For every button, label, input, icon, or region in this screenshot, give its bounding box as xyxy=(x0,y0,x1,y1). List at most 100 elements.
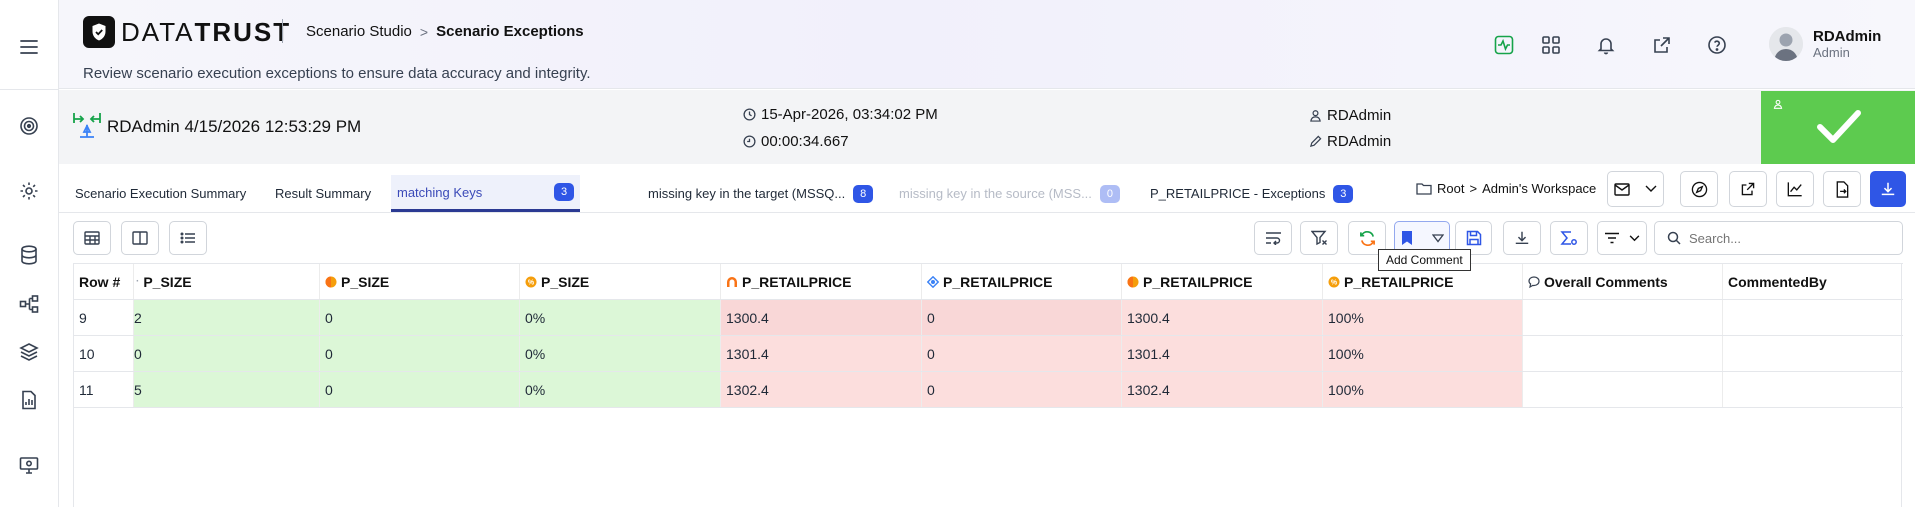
activity-icon[interactable] xyxy=(1492,33,1516,57)
sort-filter-dropdown[interactable] xyxy=(1597,221,1647,255)
table-cell-commented-by[interactable] xyxy=(1723,372,1903,407)
table-cell[interactable]: 2 xyxy=(134,300,320,335)
table-cell[interactable]: 5 xyxy=(134,372,320,407)
email-dropdown-button[interactable] xyxy=(1607,171,1664,207)
table-cell-comment[interactable] xyxy=(1523,336,1723,371)
search-input[interactable] xyxy=(1689,230,1889,246)
table-cell-row-number[interactable]: 9 xyxy=(74,300,134,335)
table-row[interactable]: 9 2 0 0% 1300.4 0 1300.4 100% xyxy=(74,300,1903,336)
file-export-icon xyxy=(1836,180,1849,198)
wrap-lines-icon xyxy=(1265,232,1281,245)
flow-icon[interactable] xyxy=(17,292,41,316)
left-sidebar xyxy=(0,0,59,507)
table-cell[interactable]: 0 xyxy=(134,336,320,371)
table-row[interactable]: 10 0 0 0% 1301.4 0 1301.4 100% xyxy=(74,336,1903,372)
table-cell[interactable]: 1300.4 xyxy=(1122,300,1323,335)
list-view-button[interactable] xyxy=(169,221,207,255)
column-header[interactable]: % P_SIZE xyxy=(520,264,721,299)
table-view-button[interactable] xyxy=(73,221,111,255)
column-header-label: P_SIZE xyxy=(341,273,390,290)
table-cell[interactable]: 100% xyxy=(1323,336,1523,371)
user-role: Admin xyxy=(1813,45,1850,60)
table-cell[interactable]: 100% xyxy=(1323,300,1523,335)
target-icon[interactable] xyxy=(17,114,41,138)
table-cell[interactable]: 0 xyxy=(320,300,520,335)
split-view-button[interactable] xyxy=(121,221,159,255)
datatrust-logo[interactable]: DATATRUST xyxy=(83,16,291,48)
checkmark-icon xyxy=(1816,107,1862,147)
menu-icon[interactable] xyxy=(17,35,41,59)
column-header[interactable]: P_RETAILPRICE xyxy=(922,264,1122,299)
wrap-text-button[interactable] xyxy=(1254,221,1292,255)
table-cell[interactable]: 1301.4 xyxy=(721,336,922,371)
table-cell[interactable]: 1302.4 xyxy=(1122,372,1323,407)
column-header[interactable]: CommentedBy xyxy=(1723,264,1903,299)
clear-filter-button[interactable] xyxy=(1300,221,1338,255)
chart-button[interactable] xyxy=(1776,171,1814,207)
column-header-row-number[interactable]: Row # xyxy=(74,264,134,299)
table-cell[interactable]: 0 xyxy=(922,300,1122,335)
table-cell-row-number[interactable]: 11 xyxy=(74,372,134,407)
table-cell[interactable]: 0 xyxy=(320,336,520,371)
tab-scenario-execution-summary[interactable]: Scenario Execution Summary xyxy=(75,175,246,212)
download-button[interactable] xyxy=(1870,171,1906,207)
table-cell-comment[interactable] xyxy=(1523,300,1723,335)
table-cell-commented-by[interactable] xyxy=(1723,300,1903,335)
column-header[interactable]: P_SIZE xyxy=(320,264,520,299)
table-cell[interactable]: 0 xyxy=(922,336,1122,371)
column-header[interactable]: · P_SIZE xyxy=(134,264,320,299)
column-header[interactable]: P_RETAILPRICE xyxy=(1122,264,1323,299)
monitor-icon[interactable] xyxy=(17,453,41,477)
table-cell[interactable]: 0% xyxy=(520,300,721,335)
tab-count-badge: 3 xyxy=(1333,184,1354,203)
tab-missing-key-source[interactable]: missing key in the source (MSS... 0 xyxy=(899,175,1120,212)
grid-search[interactable] xyxy=(1654,221,1903,255)
folder-icon xyxy=(1416,183,1432,195)
layers-icon[interactable] xyxy=(17,340,41,364)
aggregate-button[interactable] xyxy=(1550,221,1588,255)
run-created-by-text: RDAdmin xyxy=(1327,107,1392,124)
table-cell-commented-by[interactable] xyxy=(1723,336,1903,371)
mail-icon xyxy=(1614,182,1630,196)
table-cell-row-number[interactable]: 10 xyxy=(74,336,134,371)
table-cell[interactable]: 1302.4 xyxy=(721,372,922,407)
column-header-label: P_RETAILPRICE xyxy=(943,273,1053,290)
compare-scale-icon xyxy=(71,110,103,142)
table-cell[interactable]: 0 xyxy=(922,372,1122,407)
grid-apps-icon[interactable] xyxy=(1539,33,1563,57)
tab-retailprice-exceptions[interactable]: P_RETAILPRICE - Exceptions 3 xyxy=(1150,175,1354,212)
help-icon[interactable] xyxy=(1705,33,1729,57)
workspace-root[interactable]: Root xyxy=(1437,181,1464,196)
header-divider xyxy=(282,19,283,43)
open-external-button[interactable] xyxy=(1729,171,1767,207)
tab-matching-keys[interactable]: matching Keys 3 xyxy=(391,175,580,212)
table-cell[interactable]: 1300.4 xyxy=(721,300,922,335)
column-header[interactable]: P_RETAILPRICE xyxy=(721,264,922,299)
bookmark-icon xyxy=(1402,231,1412,245)
line-chart-icon xyxy=(1787,182,1802,197)
database-icon[interactable] xyxy=(17,243,41,267)
tab-label: matching Keys xyxy=(397,184,483,200)
tab-result-summary[interactable]: Result Summary xyxy=(275,175,371,212)
report-icon[interactable] xyxy=(17,388,41,412)
download-grid-button[interactable] xyxy=(1503,221,1541,255)
export-file-button[interactable] xyxy=(1823,171,1861,207)
bell-icon[interactable] xyxy=(1594,33,1618,57)
table-cell[interactable]: 0% xyxy=(520,336,721,371)
run-start-text: 15-Apr-2026, 03:34:02 PM xyxy=(761,106,938,123)
column-header[interactable]: Overall Comments xyxy=(1523,264,1723,299)
external-link-icon[interactable] xyxy=(1650,33,1674,57)
table-cell[interactable]: 0% xyxy=(520,372,721,407)
table-cell[interactable]: 1301.4 xyxy=(1122,336,1323,371)
search-icon xyxy=(1667,231,1681,245)
table-row[interactable]: 11 5 0 0% 1302.4 0 1302.4 100% xyxy=(74,372,1903,408)
table-cell[interactable]: 0 xyxy=(320,372,520,407)
tab-missing-key-target[interactable]: missing key in the target (MSSQ... 8 xyxy=(648,175,874,212)
user-menu[interactable]: RDAdmin Admin xyxy=(1769,27,1881,61)
table-cell[interactable]: 100% xyxy=(1323,372,1523,407)
table-cell-comment[interactable] xyxy=(1523,372,1723,407)
breadcrumb-scenario-studio[interactable]: Scenario Studio xyxy=(306,23,412,40)
compass-button[interactable] xyxy=(1680,171,1718,207)
settings-icon[interactable] xyxy=(17,179,41,203)
workspace-name[interactable]: Admin's Workspace xyxy=(1482,181,1596,196)
